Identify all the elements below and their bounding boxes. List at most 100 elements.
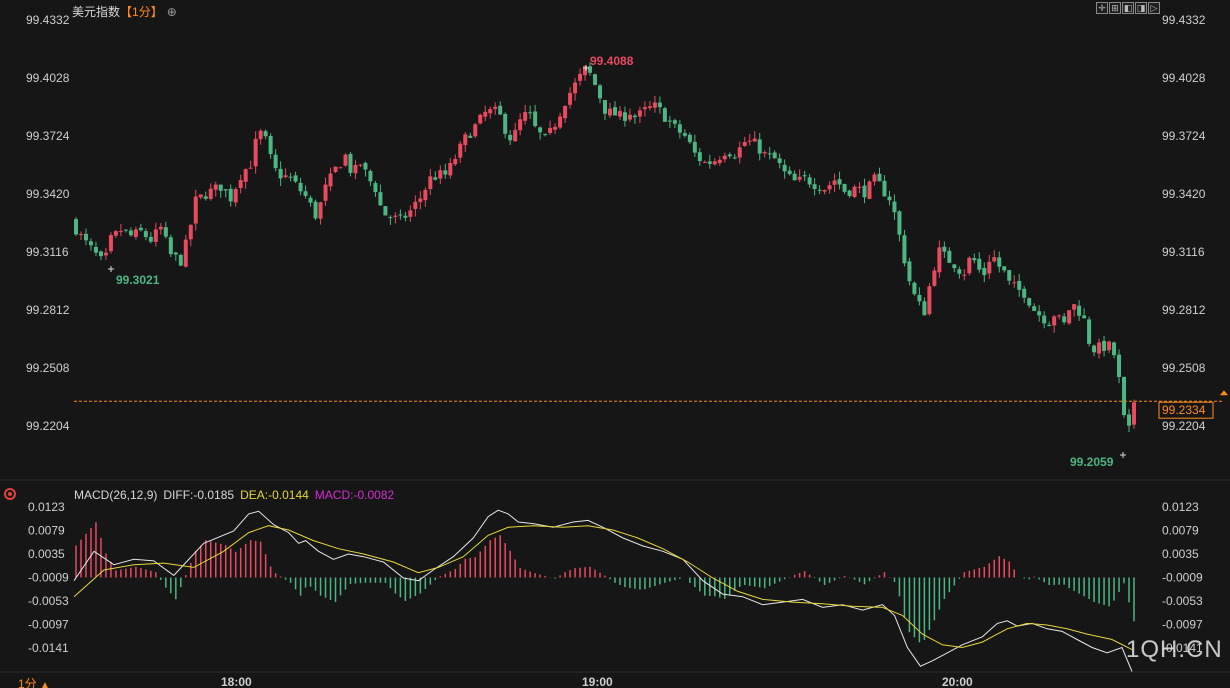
candle-body — [627, 114, 632, 120]
candle-body — [1132, 402, 1137, 425]
candle-body — [503, 113, 508, 134]
candle-body — [692, 141, 697, 153]
scroll-left-icon[interactable]: ◧ — [1122, 2, 1134, 14]
candle-body — [1062, 316, 1067, 323]
macd-tick-right: -0.0053 — [1162, 594, 1203, 608]
macd-tick-right: 0.0079 — [1162, 524, 1199, 538]
candle-body — [687, 134, 692, 143]
candle-body — [333, 166, 338, 172]
candle-body — [647, 106, 652, 108]
candle-body — [533, 111, 538, 127]
candle-body — [568, 92, 573, 105]
macd-name[interactable]: MACD(26,12,9) — [74, 488, 157, 502]
candle-body — [308, 197, 313, 203]
price-tick-right: 99.3724 — [1162, 129, 1206, 143]
candle-body — [652, 102, 657, 108]
macd-tick-left: 0.0079 — [28, 524, 65, 538]
candle-body — [907, 261, 912, 282]
candle-body — [837, 179, 842, 185]
candle-body — [782, 164, 787, 172]
candle-body — [1017, 280, 1022, 290]
candle-body — [877, 173, 882, 182]
candle-body — [717, 159, 722, 164]
candle-body — [662, 108, 667, 122]
candle-body — [722, 155, 727, 160]
candle-body — [1037, 311, 1042, 316]
candle-body — [233, 189, 238, 203]
candle-body — [672, 120, 677, 124]
price-tick-left: 99.3116 — [26, 245, 69, 259]
zoom-in-icon[interactable]: ⊞ — [1109, 2, 1121, 14]
candle-body — [697, 152, 702, 161]
candle-body — [642, 107, 647, 110]
crosshair-icon[interactable]: ✛ — [1096, 2, 1108, 14]
candle-body — [712, 161, 717, 165]
candle-body — [747, 140, 752, 142]
candle-body — [573, 82, 578, 94]
indicator-settings-icon[interactable] — [4, 488, 16, 500]
candle-body — [682, 133, 687, 136]
macd-tick-left: -0.0141 — [28, 641, 69, 655]
candle-body — [498, 105, 503, 115]
candle-body — [408, 210, 413, 217]
price-tick-left: 99.2508 — [26, 361, 70, 375]
candle-body — [328, 173, 333, 187]
candle-body — [797, 176, 802, 180]
candle-body — [667, 120, 672, 122]
candle-body — [433, 177, 438, 180]
macd-tick-left: -0.0097 — [28, 618, 69, 632]
price-tick-left: 99.3420 — [26, 187, 70, 201]
candle-body — [453, 158, 458, 165]
macd-histogram — [75, 522, 1135, 643]
candle-body — [967, 257, 972, 274]
price-tick-right: 99.2508 — [1162, 361, 1206, 375]
current-price-line: 99.2334 — [74, 390, 1228, 419]
scroll-right-icon[interactable]: ◨ — [1135, 2, 1147, 14]
candle-body — [787, 170, 792, 175]
candle-body — [318, 202, 323, 219]
candle-body — [1077, 305, 1082, 316]
candle-body — [882, 180, 887, 197]
candle-body — [458, 143, 463, 158]
candle-body — [398, 214, 403, 216]
candle-body — [1012, 282, 1017, 284]
price-tick-left: 99.3724 — [26, 129, 70, 143]
candle-body — [937, 247, 942, 273]
candle-body — [982, 267, 987, 276]
candle-body — [1067, 310, 1072, 324]
candle-body — [917, 294, 922, 302]
candle-body — [612, 107, 617, 116]
price-tick-right: 99.3420 — [1162, 187, 1206, 201]
candle-body — [1027, 298, 1032, 306]
candle-body — [483, 111, 488, 117]
candle-body — [523, 112, 528, 121]
candle-body — [118, 231, 123, 233]
candle-body — [902, 235, 907, 264]
candle-body — [1117, 354, 1122, 378]
candle-body — [363, 162, 368, 170]
dea-line — [73, 525, 1133, 651]
candle-body — [807, 177, 812, 185]
candle-body — [1022, 288, 1027, 298]
candle-body — [1112, 342, 1117, 356]
candle-body — [438, 170, 443, 179]
period-label[interactable]: 【1分】 — [120, 5, 163, 19]
candle-body — [383, 206, 388, 216]
candle-body — [1082, 315, 1087, 319]
crosshair-target-icon[interactable]: ⊕ — [167, 5, 177, 19]
candle-body — [553, 126, 558, 130]
candle-body — [358, 164, 363, 166]
scroll-end-icon[interactable]: ▷ — [1148, 2, 1160, 14]
candle-body — [927, 286, 932, 315]
candle-body — [817, 189, 822, 191]
candle-body — [952, 264, 957, 269]
candle-body — [513, 129, 518, 142]
period-switch-label: 1分 — [18, 677, 37, 688]
macd-dea-value: DEA:-0.0144 — [240, 488, 309, 502]
candle-body — [912, 282, 917, 295]
candle-body — [812, 184, 817, 190]
period-switch-button[interactable]: 1分 ▲ — [18, 675, 50, 688]
candle-body — [657, 102, 662, 108]
candle-body — [93, 247, 98, 253]
candle-body — [213, 184, 218, 190]
